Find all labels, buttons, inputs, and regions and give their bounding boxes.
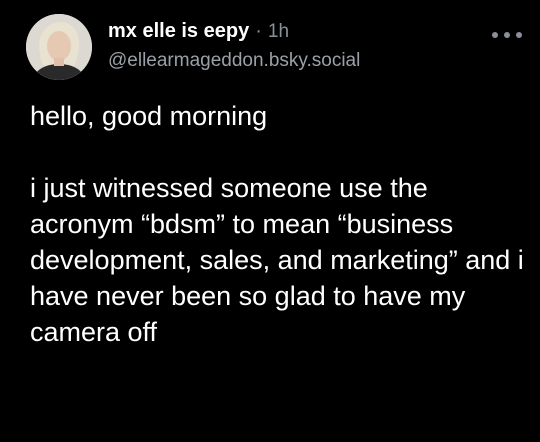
- post-header: mx elle is eepy · 1h @ellearmageddon.bsk…: [108, 18, 480, 73]
- author-display-name[interactable]: mx elle is eepy: [108, 18, 249, 44]
- post-body: hello, good morning i just witnessed som…: [30, 98, 530, 350]
- ellipsis-dot: [516, 32, 522, 38]
- post-timestamp[interactable]: 1h: [268, 19, 289, 45]
- author-handle[interactable]: @ellearmageddon.bsky.social: [108, 49, 480, 73]
- ellipsis-horizontal-icon: [492, 32, 498, 38]
- avatar-image: [26, 14, 92, 80]
- separator-dot: ·: [255, 20, 262, 42]
- author-row: mx elle is eepy · 1h: [108, 18, 480, 45]
- post-paragraph: i just witnessed someone use the acronym…: [30, 173, 524, 347]
- ellipsis-dot: [504, 32, 510, 38]
- post-paragraph: hello, good morning: [30, 101, 268, 131]
- more-options-button[interactable]: [492, 28, 522, 42]
- avatar[interactable]: [26, 14, 92, 80]
- post-card: mx elle is eepy · 1h @ellearmageddon.bsk…: [0, 0, 540, 442]
